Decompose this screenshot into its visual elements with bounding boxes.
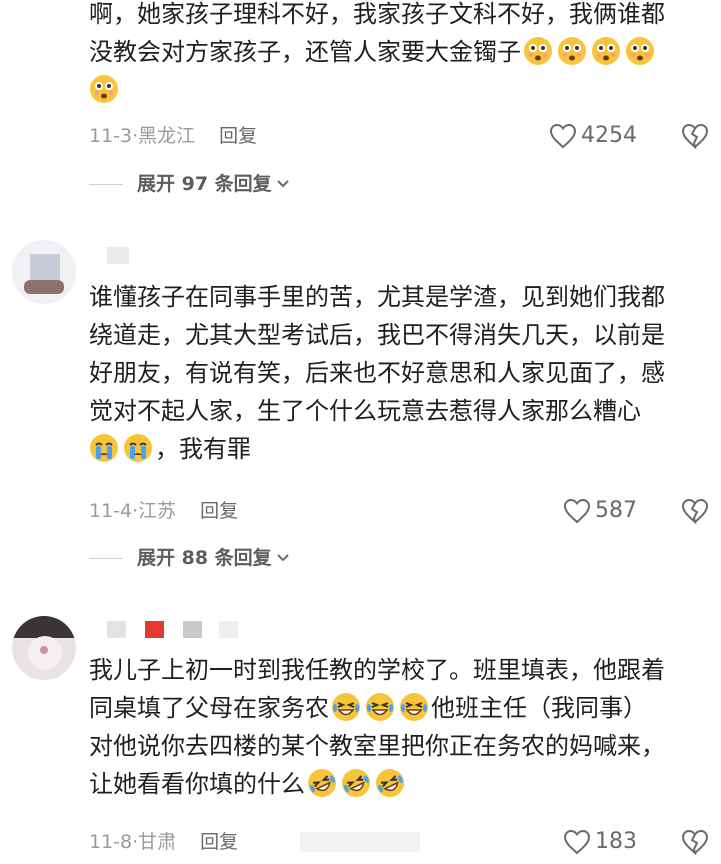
comment-line: 绕道走，尤其大型考试后，我巴不得消失几天，以前是 <box>89 321 665 349</box>
comment-text: 啊，她家孩子理科不好，我家孩子文科不好，我俩谁都 没教会对方家孩子，还管人家要大… <box>89 0 711 109</box>
comment-text: 谁懂孩子在同事手里的苦，尤其是学渣，见到她们我都 绕道走，尤其大型考试后，我巴不… <box>89 278 711 468</box>
comment-meta: 11-3·黑龙江 回复 <box>89 119 257 153</box>
comment-line: ，我有罪 <box>89 430 711 468</box>
dislike-button[interactable] <box>681 825 709 859</box>
heart-icon <box>563 498 591 524</box>
broken-heart-icon <box>681 829 709 855</box>
comment-line <box>89 71 711 109</box>
laughing-crying-emoji <box>366 693 394 721</box>
comment-line: 好朋友，有说有笑，后来也不好意思和人家见面了，感 <box>89 359 665 387</box>
flushed-face-emoji <box>558 37 586 65</box>
comment-line: 我儿子上初一时到我任教的学校了。班里填表，他跟着 <box>89 656 665 684</box>
reply-button[interactable]: 回复 <box>200 500 238 522</box>
flushed-face-emoji <box>524 37 552 65</box>
divider-line <box>89 557 123 559</box>
comment-line: 让她看看你填的什么 <box>89 765 711 803</box>
chevron-down-icon <box>276 180 289 188</box>
comment-line: 没教会对方家孩子，还管人家要大金镯子 <box>89 33 711 71</box>
flushed-face-emoji <box>90 75 118 103</box>
comment-date-location: 11-4·江苏 <box>89 500 177 522</box>
broken-heart-icon <box>681 123 709 149</box>
broken-heart-icon <box>681 498 709 524</box>
like-count: 4254 <box>581 123 637 148</box>
expand-replies-button[interactable]: 展开 88 条回复 <box>89 541 290 575</box>
flushed-face-emoji <box>592 37 620 65</box>
like-button[interactable]: 183 <box>563 825 637 859</box>
chevron-down-icon <box>276 554 289 562</box>
comment-line: 啊，她家孩子理科不好，我家孩子文科不好，我俩谁都 <box>89 0 665 28</box>
avatar[interactable] <box>12 240 76 304</box>
laughing-crying-emoji <box>400 693 428 721</box>
rolling-laughing-emoji <box>376 769 404 797</box>
comment-line: 对他说你去四楼的某个教室里把你正在务农的妈喊来， <box>89 732 665 760</box>
flushed-face-emoji <box>626 37 654 65</box>
username[interactable] <box>107 247 129 264</box>
comment-date-location: 11-3·黑龙江 <box>89 125 196 147</box>
avatar[interactable] <box>12 616 76 680</box>
expand-replies-button[interactable]: 展开 97 条回复 <box>89 167 290 201</box>
comment-line: 觉对不起人家，生了个什么玩意去惹得人家那么糟心 <box>89 397 641 425</box>
watermark <box>300 832 420 852</box>
reply-button[interactable]: 回复 <box>200 831 238 853</box>
comment-meta: 11-8·甘肃 回复 <box>89 825 238 859</box>
comment-date-location: 11-8·甘肃 <box>89 831 177 853</box>
expand-replies-label: 展开 97 条回复 <box>137 173 272 195</box>
heart-icon <box>563 829 591 855</box>
laughing-crying-emoji <box>332 693 360 721</box>
comment-text: 我儿子上初一时到我任教的学校了。班里填表，他跟着 同桌填了父母在家务农 他班主任（… <box>89 651 711 803</box>
comment-line: 谁懂孩子在同事手里的苦，尤其是学渣，见到她们我都 <box>89 283 665 311</box>
heart-icon <box>549 123 577 149</box>
reply-button[interactable]: 回复 <box>219 125 257 147</box>
dislike-button[interactable] <box>681 494 709 528</box>
crying-face-emoji <box>124 434 152 462</box>
crying-face-emoji <box>90 434 118 462</box>
like-button[interactable]: 587 <box>563 494 637 528</box>
rolling-laughing-emoji <box>308 769 336 797</box>
like-count: 183 <box>595 829 637 854</box>
expand-replies-label: 展开 88 条回复 <box>137 547 272 569</box>
like-count: 587 <box>595 498 637 523</box>
rolling-laughing-emoji <box>342 769 370 797</box>
divider-line <box>89 183 123 185</box>
comment-meta: 11-4·江苏 回复 <box>89 494 238 528</box>
dislike-button[interactable] <box>681 119 709 153</box>
like-button[interactable]: 4254 <box>549 119 637 153</box>
comment-line: 同桌填了父母在家务农 他班主任（我同事） <box>89 693 647 722</box>
